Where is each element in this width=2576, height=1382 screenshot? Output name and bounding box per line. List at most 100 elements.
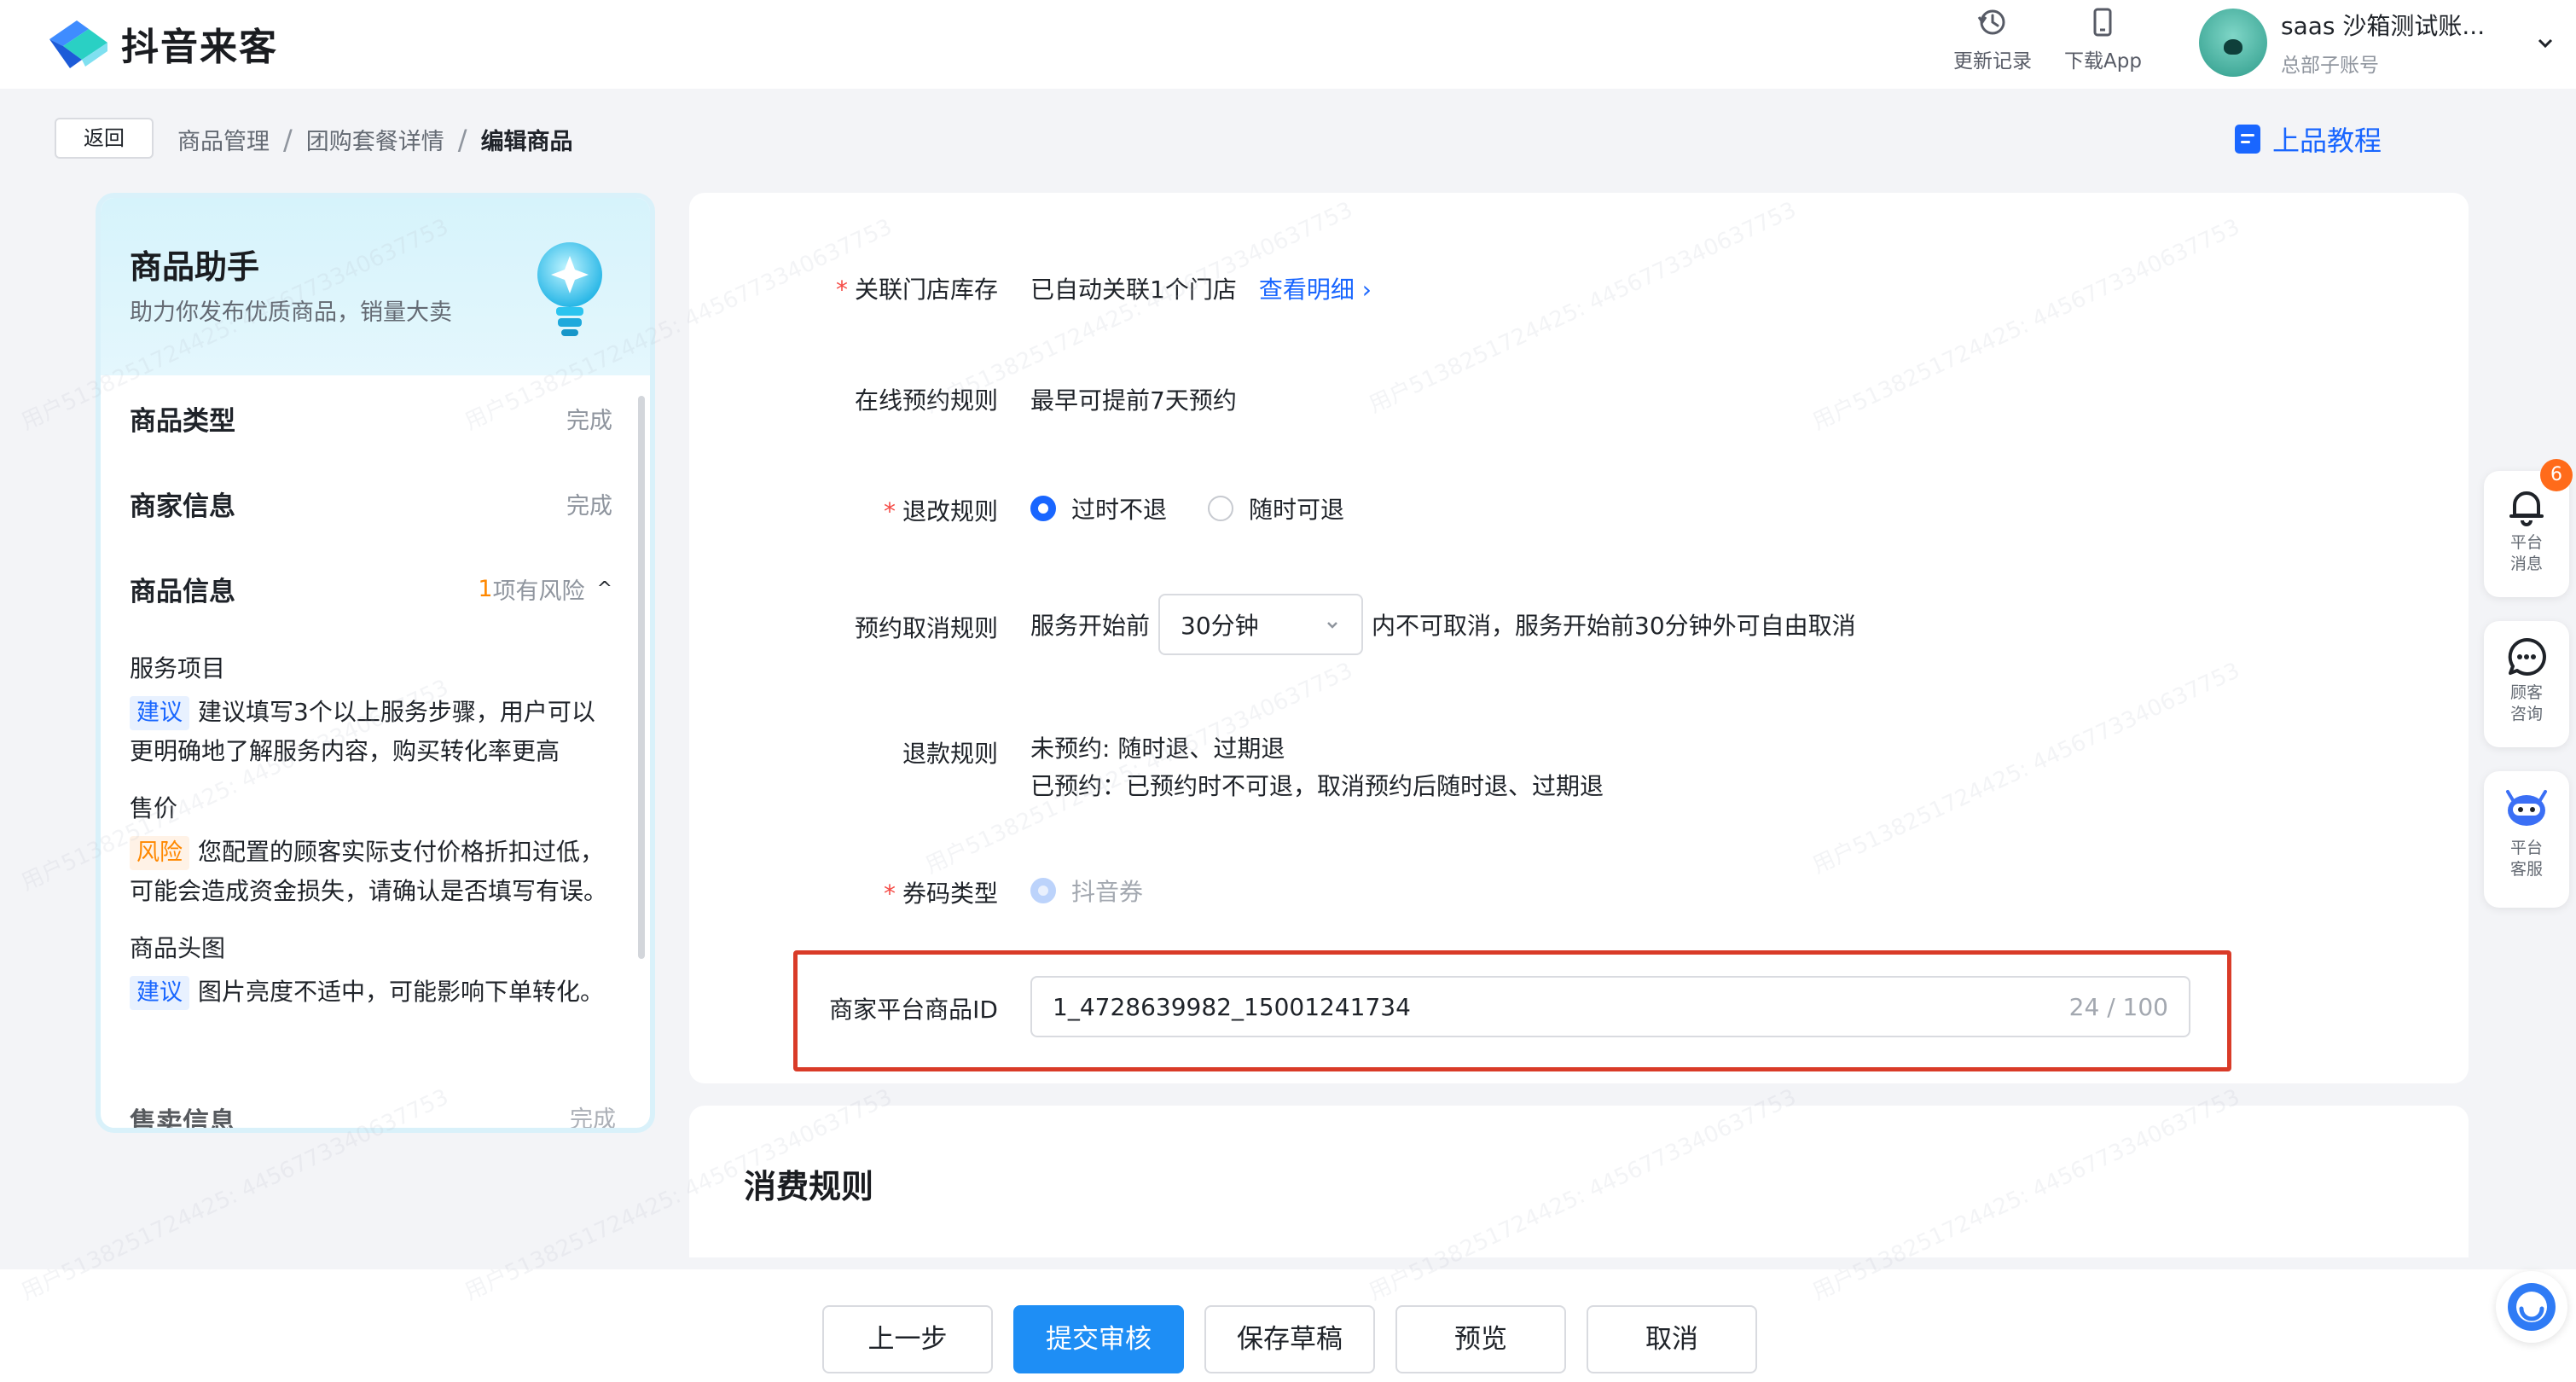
coupon-type-value: 抖音券	[1030, 874, 1143, 908]
bell-icon	[2509, 491, 2544, 526]
step-product-type[interactable]: 商品类型 完成	[130, 375, 612, 461]
dock-label: 客服	[2509, 860, 2543, 879]
detail-title: 服务项目	[130, 654, 226, 682]
platform-messages-button[interactable]: 6 平台 消息	[2484, 459, 2573, 597]
detail-title: 售价	[130, 794, 178, 822]
top-header: 抖音来客 更新记录 下载App saas 沙箱测试账... 总部子账号	[0, 0, 2576, 89]
suggest-tag: 建议	[130, 696, 189, 730]
app-logo[interactable]: 抖音来客	[44, 14, 278, 73]
save-draft-button[interactable]: 保存草稿	[1204, 1305, 1375, 1373]
breadcrumb-item-product-management[interactable]: 商品管理	[177, 123, 270, 156]
update-history-button[interactable]: 更新记录	[1953, 5, 2032, 73]
chevron-up-icon[interactable]: ^	[597, 578, 612, 600]
assistant-title: 商品助手	[130, 248, 260, 286]
risk-text: 项有风险	[492, 578, 585, 605]
chevron-down-icon	[2538, 38, 2553, 49]
store-stock-value: 已自动关联1个门店 查看明细 ›	[1030, 271, 1372, 305]
step-product-info[interactable]: 商品信息 1 项有风险 ^	[130, 546, 612, 631]
step-title: 商品类型	[130, 405, 235, 437]
detail-cover-image[interactable]: 商品头图 建议 图片亮度不适中，可能影响下单转化。	[130, 930, 612, 1012]
refund-rule-value: 未预约: 随时退、过期退 已预约：已预约时不可退，取消预约后随时退、过期退	[1030, 730, 1604, 805]
douyin-laike-logo-icon	[49, 20, 107, 68]
booking-rule-label: 在线预约规则	[854, 386, 998, 415]
step-merchant-info[interactable]: 商家信息 完成	[130, 461, 612, 546]
store-stock-label: * 关联门店库存	[835, 276, 998, 304]
suggest-tag: 建议	[130, 976, 189, 1010]
dock-label: 顾客	[2509, 683, 2543, 702]
cancel-rule-prefix: 服务开始前	[1030, 612, 1151, 640]
refund-change-label: * 退改规则	[883, 497, 998, 526]
breadcrumb-item-edit-product: 编辑商品	[480, 129, 573, 155]
step-risk-status: 1 项有风险 ^	[478, 572, 612, 606]
user-name: saas 沙箱测试账...	[2281, 12, 2486, 40]
lightbulb-icon	[537, 242, 602, 336]
chevron-right-icon: ›	[1361, 276, 1372, 304]
update-history-label: 更新记录	[1953, 50, 2032, 73]
app-logo-text: 抖音来客	[121, 26, 278, 69]
download-app-label: 下载App	[2064, 50, 2142, 73]
product-assistant-panel: 商品助手 助力你发布优质商品，销量大卖 商品类型 完成 商家信息 完成 商品信息…	[96, 193, 655, 1133]
refund-rule-line: 已预约：已预约时不可退，取消预约后随时退、过期退	[1030, 772, 1604, 800]
radio-unchecked-icon	[1208, 496, 1234, 521]
consume-rules-card	[689, 1106, 2469, 1257]
user-role: 总部子账号	[2281, 55, 2379, 77]
required-mark: *	[883, 880, 896, 908]
submit-review-button[interactable]: 提交审核	[1013, 1305, 1184, 1373]
assistant-fab-button[interactable]	[2496, 1271, 2567, 1343]
step-sales-info[interactable]: 售卖信息 完成	[130, 1100, 616, 1133]
step-status: 完成	[566, 492, 612, 520]
view-details-link[interactable]: 查看明细 ›	[1259, 276, 1372, 304]
detail-hint: 建议 图片亮度不适中，可能影响下单转化。	[130, 973, 612, 1012]
hint-text: 图片亮度不适中，可能影响下单转化。	[198, 978, 605, 1006]
back-button[interactable]: 返回	[55, 118, 154, 159]
store-stock-text: 已自动关联1个门店	[1030, 276, 1237, 304]
radio-checked-icon	[1030, 496, 1056, 521]
cancel-time-select[interactable]: 30分钟	[1158, 594, 1364, 655]
risk-tag: 风险	[130, 836, 189, 870]
merchant-product-id-input[interactable]: 1_4728639982_15001241734 24 / 100	[1030, 976, 2190, 1037]
radio-refund-anytime[interactable]: 随时可退	[1208, 491, 1344, 526]
radio-douyin-coupon: 抖音券	[1030, 874, 1143, 908]
assistant-orb-icon	[2508, 1283, 2556, 1331]
assistant-step-list: 商品类型 完成 商家信息 完成 商品信息 1 项有风险 ^ 服务项目 建议 建议填…	[101, 375, 647, 1128]
customer-consult-button[interactable]: 顾客 咨询	[2484, 621, 2569, 747]
coupon-type-label: * 券码类型	[883, 880, 998, 908]
step-title: 商家信息	[130, 491, 235, 522]
step-title: 售卖信息	[130, 1107, 235, 1133]
chat-bubble-icon	[2508, 637, 2546, 676]
dock-label: 平台	[2509, 533, 2543, 552]
cancel-button[interactable]: 取消	[1587, 1305, 1757, 1373]
detail-price[interactable]: 售价 风险 您配置的顾客实际支付价格折扣过低，可能会造成资金损失，请确认是否填写有…	[130, 790, 612, 911]
assistant-subtitle: 助力你发布优质商品，销量大卖	[130, 299, 452, 326]
chevron-down-icon	[1327, 622, 1337, 629]
detail-service-items[interactable]: 服务项目 建议 建议填写3个以上服务步骤，用户可以更明确地了解服务内容，购买转化率…	[130, 650, 612, 771]
user-menu[interactable]: saas 沙箱测试账... 总部子账号	[2199, 7, 2557, 78]
merchant-product-id-value: 1_4728639982_15001241734	[1053, 992, 1411, 1021]
consume-rules-title: 消费规则	[744, 1168, 874, 1205]
platform-support-button[interactable]: 平台 客服	[2484, 771, 2569, 908]
breadcrumb-item-package-detail[interactable]: 团购套餐详情	[306, 123, 444, 156]
listing-tutorial-link[interactable]: 上品教程	[2235, 119, 2382, 159]
detail-title: 商品头图	[130, 934, 226, 962]
detail-hint: 建议 建议填写3个以上服务步骤，用户可以更明确地了解服务内容，购买转化率更高	[130, 693, 612, 771]
assistant-scrollbar[interactable]	[638, 396, 645, 959]
preview-button[interactable]: 预览	[1395, 1305, 1566, 1373]
breadcrumb-separator: /	[283, 123, 293, 156]
char-counter: 24 / 100	[2068, 992, 2168, 1021]
phone-icon	[2093, 8, 2112, 37]
step-title: 商品信息	[130, 576, 235, 607]
download-app-button[interactable]: 下载App	[2064, 5, 2142, 73]
previous-step-button[interactable]: 上一步	[822, 1305, 993, 1373]
radio-no-refund-after-expiry[interactable]: 过时不退	[1030, 491, 1167, 526]
detail-hint: 风险 您配置的顾客实际支付价格折扣过低，可能会造成资金损失，请确认是否填写有误。	[130, 833, 612, 911]
dock-label: 消息	[2509, 555, 2543, 573]
merchant-product-id-label: 商家平台商品ID	[829, 996, 998, 1024]
required-mark: *	[883, 497, 896, 526]
dock-label: 平台	[2509, 839, 2543, 857]
cancel-rule-label: 预约取消规则	[854, 614, 998, 642]
hint-text: 建议填写3个以上服务步骤，用户可以更明确地了解服务内容，购买转化率更高	[130, 698, 595, 765]
step-status: 完成	[566, 407, 612, 434]
breadcrumb-bar: 返回 商品管理 / 团购套餐详情 / 编辑商品 上品教程	[0, 89, 2474, 189]
history-icon	[1977, 9, 2005, 35]
dock-label: 咨询	[2509, 705, 2543, 723]
